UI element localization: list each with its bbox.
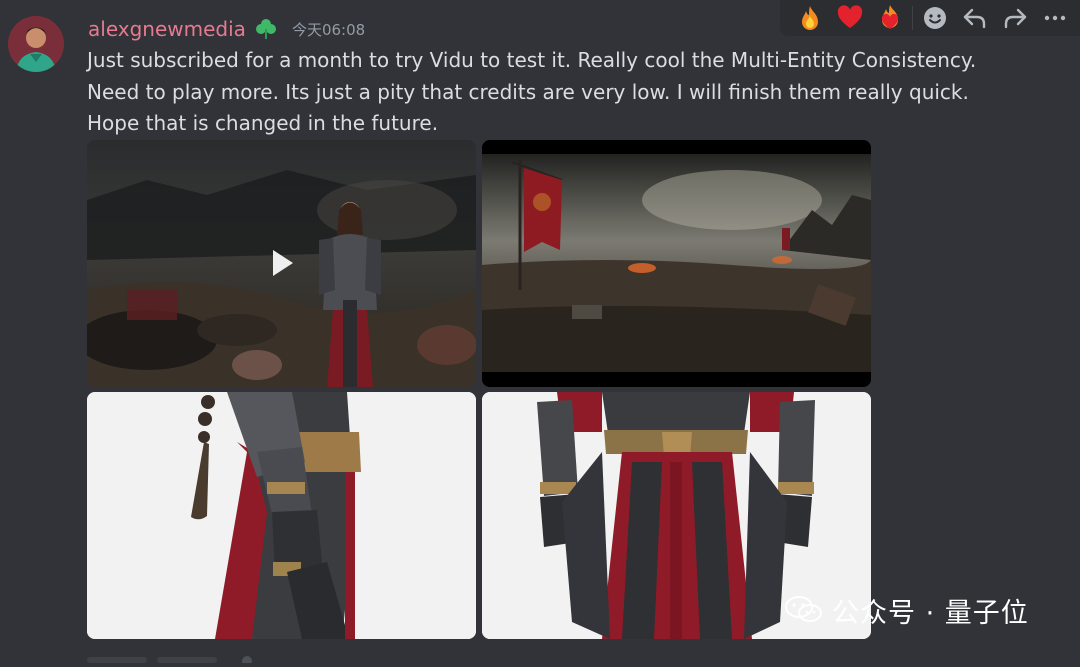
heart-icon — [837, 5, 863, 28]
message-timestamp: 今天06:08 — [291, 20, 366, 39]
wechat-watermark: 公众号 · 量子位 — [784, 590, 1029, 630]
username[interactable]: alexgnewmedia — [88, 17, 246, 41]
smiley-icon — [924, 7, 946, 29]
message-header: alexgnewmedia 今天06:08 — [88, 14, 365, 44]
wechat-icon — [785, 596, 822, 622]
clover-role-icon — [254, 17, 278, 41]
video-attachment[interactable] — [87, 140, 476, 387]
more-dots-icon — [1044, 15, 1066, 21]
forward-icon — [1004, 8, 1027, 29]
watermark-text: 公众号 · 量子位 — [832, 597, 1029, 629]
image-attachment-battlefield[interactable] — [482, 140, 871, 387]
user-avatar[interactable] — [8, 16, 64, 72]
image-attachment-armor-side[interactable] — [87, 392, 476, 639]
add-reaction-button[interactable] — [915, 0, 955, 36]
more-options-button[interactable] — [1035, 0, 1075, 36]
forward-button[interactable] — [995, 0, 1035, 36]
attachment-grid — [87, 140, 871, 639]
message-actions-toolbar — [780, 0, 1080, 36]
fire-reaction-button[interactable] — [790, 0, 830, 36]
fire-icon — [802, 6, 818, 30]
heart-on-fire-reaction-button[interactable] — [870, 0, 910, 36]
reply-button[interactable] — [955, 0, 995, 36]
heart-reaction-button[interactable] — [830, 0, 870, 36]
message-content: Just subscribed for a month to try Vidu … — [87, 48, 977, 135]
toolbar-separator — [912, 6, 913, 30]
reply-icon — [963, 8, 986, 29]
heart-on-fire-icon — [881, 5, 899, 29]
